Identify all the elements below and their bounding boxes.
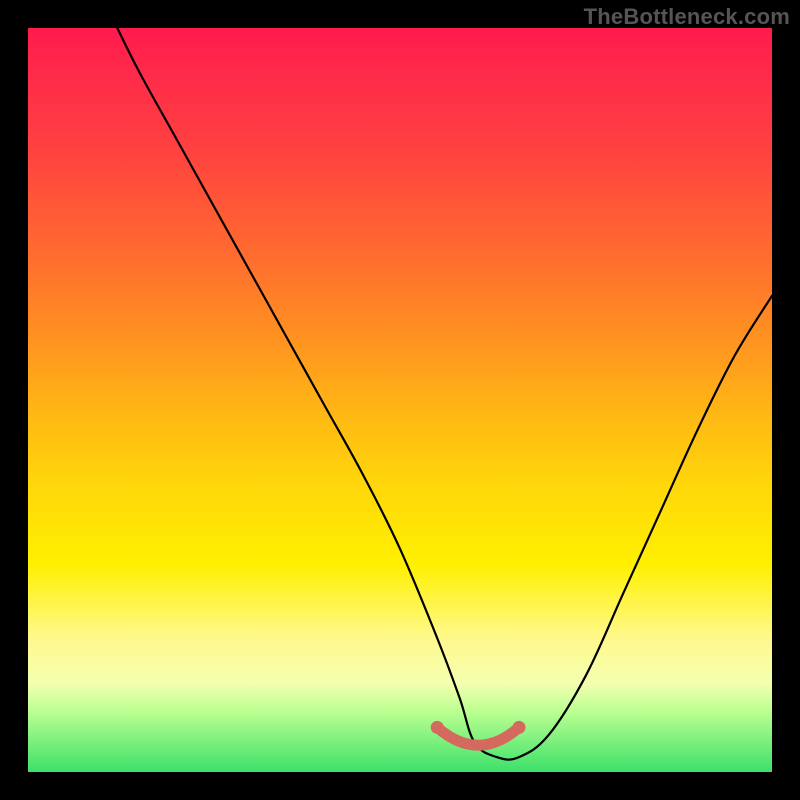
bottleneck-curve <box>117 28 772 760</box>
chart-frame: TheBottleneck.com <box>0 0 800 800</box>
trough-dot-right <box>513 721 526 734</box>
watermark-text: TheBottleneck.com <box>584 4 790 30</box>
trough-highlight <box>437 727 519 745</box>
curve-svg <box>28 28 772 772</box>
trough-dot-left <box>431 721 444 734</box>
plot-area <box>28 28 772 772</box>
